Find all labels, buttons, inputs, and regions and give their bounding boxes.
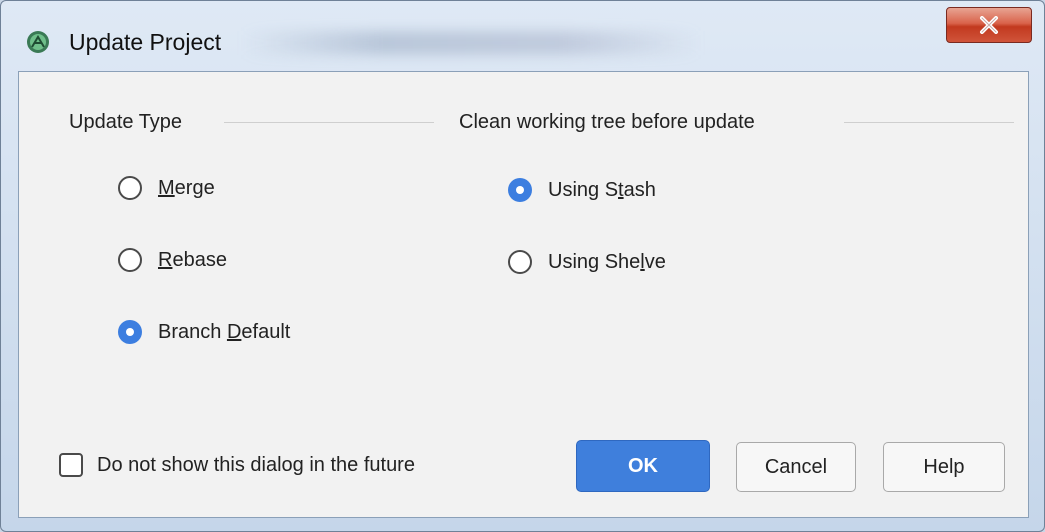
clean-tree-separator — [844, 122, 1014, 123]
cancel-button[interactable]: Cancel — [736, 442, 856, 492]
clean-tree-group-title: Clean working tree before update — [459, 111, 755, 133]
background-blur — [241, 31, 701, 55]
close-icon — [979, 16, 999, 34]
radio-branch-default-indicator[interactable] — [118, 320, 142, 344]
dialog-content: Update Type Merge Rebase Branch Default … — [18, 71, 1029, 518]
radio-merge-indicator[interactable] — [118, 176, 142, 200]
dont-show-again-box[interactable] — [59, 453, 83, 477]
radio-using-shelve-indicator[interactable] — [508, 250, 532, 274]
window-title: Update Project — [69, 29, 222, 55]
radio-branch-default[interactable]: Branch Default — [118, 317, 290, 347]
radio-rebase-label[interactable]: Rebase — [158, 248, 227, 272]
radio-using-shelve[interactable]: Using Shelve — [508, 247, 666, 277]
radio-using-shelve-label[interactable]: Using Shelve — [548, 250, 666, 274]
radio-using-stash-indicator[interactable] — [508, 178, 532, 202]
update-type-separator — [224, 122, 434, 123]
radio-using-stash-label[interactable]: Using Stash — [548, 178, 656, 202]
radio-rebase[interactable]: Rebase — [118, 245, 227, 275]
dont-show-again-checkbox[interactable]: Do not show this dialog in the future — [59, 450, 415, 480]
radio-merge[interactable]: Merge — [118, 173, 215, 203]
radio-merge-label[interactable]: Merge — [158, 176, 215, 200]
ok-button[interactable]: OK — [576, 440, 710, 492]
radio-branch-default-label[interactable]: Branch Default — [158, 320, 290, 344]
close-button[interactable] — [946, 7, 1032, 43]
title-bar[interactable]: Update Project — [1, 1, 1044, 71]
android-studio-icon — [26, 30, 50, 54]
radio-rebase-indicator[interactable] — [118, 248, 142, 272]
update-project-dialog: Update Project Update Type Merge Rebase … — [0, 0, 1045, 532]
dont-show-again-label[interactable]: Do not show this dialog in the future — [97, 454, 415, 477]
update-type-group-title: Update Type — [69, 111, 183, 133]
radio-using-stash[interactable]: Using Stash — [508, 175, 656, 205]
help-button[interactable]: Help — [883, 442, 1005, 492]
